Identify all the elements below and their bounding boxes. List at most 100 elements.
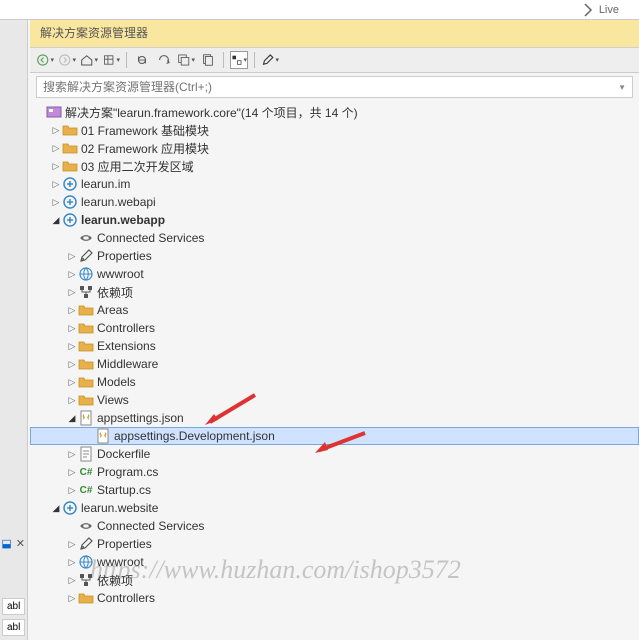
connected-icon bbox=[78, 519, 94, 534]
tree-item[interactable]: ▷ Areas bbox=[30, 301, 639, 319]
tree-item-label: Models bbox=[97, 375, 136, 389]
close-icon[interactable]: ✕ bbox=[16, 537, 25, 550]
properties-button[interactable] bbox=[261, 51, 279, 69]
panel-title: 解决方案资源管理器 bbox=[40, 26, 148, 40]
expand-icon[interactable]: ▷ bbox=[66, 448, 78, 460]
folder-icon bbox=[78, 321, 94, 336]
folder-icon bbox=[62, 159, 78, 174]
expand-icon[interactable] bbox=[83, 430, 95, 442]
tree-item[interactable]: ▷ Extensions bbox=[30, 337, 639, 355]
expand-icon[interactable]: ▷ bbox=[66, 574, 78, 586]
tree-item-label: Extensions bbox=[97, 339, 156, 353]
live-share-icon[interactable] bbox=[579, 2, 595, 18]
folder-icon bbox=[78, 393, 94, 408]
solution-node[interactable]: 解决方案"learun.framework.core"(14 个项目，共 14 … bbox=[30, 103, 639, 121]
folder-icon bbox=[78, 591, 94, 606]
tree-item-label: Connected Services bbox=[97, 231, 204, 245]
tree-item-label: learun.webapp bbox=[81, 213, 165, 227]
refresh-button[interactable] bbox=[155, 51, 173, 69]
tree-item[interactable]: appsettings.Development.json bbox=[30, 427, 639, 445]
tree-item[interactable]: ▷ Models bbox=[30, 373, 639, 391]
tree-item-label: wwwroot bbox=[97, 267, 144, 281]
collapse-icon[interactable]: ◢ bbox=[50, 502, 62, 514]
scope-button[interactable] bbox=[102, 51, 120, 69]
collapse-icon[interactable]: ◢ bbox=[66, 412, 78, 424]
expand-icon[interactable]: ▷ bbox=[66, 466, 78, 478]
collapse-icon[interactable]: ◢ bbox=[50, 214, 62, 226]
expand-icon[interactable]: ▷ bbox=[50, 142, 62, 154]
tree-item-label: 依赖项 bbox=[97, 572, 133, 589]
tree-item[interactable]: ▷learun.webapi bbox=[30, 193, 639, 211]
search-input[interactable] bbox=[43, 80, 618, 94]
expand-icon[interactable]: ▷ bbox=[50, 160, 62, 172]
tree-item[interactable]: ▷C#Startup.cs bbox=[30, 481, 639, 499]
collapse-all-button[interactable] bbox=[177, 51, 195, 69]
expand-icon[interactable] bbox=[66, 520, 78, 532]
home-button[interactable] bbox=[80, 51, 98, 69]
expand-icon[interactable]: ▷ bbox=[66, 538, 78, 550]
tree-item-label: appsettings.json bbox=[97, 411, 184, 425]
tree-item[interactable]: ◢ learun.webapp bbox=[30, 211, 639, 229]
tree-item-label: Properties bbox=[97, 537, 152, 551]
expand-icon[interactable]: ▷ bbox=[66, 250, 78, 262]
forward-button[interactable] bbox=[58, 51, 76, 69]
expand-icon[interactable]: ▷ bbox=[66, 304, 78, 316]
expand-icon[interactable]: ▷ bbox=[66, 286, 78, 298]
expand-icon[interactable] bbox=[34, 106, 46, 118]
show-all-files-button[interactable] bbox=[199, 51, 217, 69]
tree-item[interactable]: ▷Controllers bbox=[30, 589, 639, 607]
tree-item-label: Views bbox=[97, 393, 129, 407]
tree-item[interactable]: Connected Services bbox=[30, 229, 639, 247]
expand-icon[interactable]: ▷ bbox=[66, 484, 78, 496]
tree-item[interactable]: ▷02 Framework 应用模块 bbox=[30, 139, 639, 157]
vertical-tab-2[interactable]: abl bbox=[2, 619, 25, 636]
tree-item[interactable]: ▷ 01 Framework 基础模块 bbox=[30, 121, 639, 139]
tree-item[interactable]: ◢ learun.website bbox=[30, 499, 639, 517]
tree-item[interactable]: ▷wwwroot bbox=[30, 553, 639, 571]
window-top-strip: Live bbox=[0, 0, 639, 20]
tree-item-label: learun.website bbox=[81, 501, 158, 515]
search-dropdown-icon[interactable]: ▼ bbox=[618, 83, 626, 92]
tree-item[interactable]: Connected Services bbox=[30, 517, 639, 535]
expand-icon[interactable]: ▷ bbox=[66, 340, 78, 352]
expand-icon[interactable]: ▷ bbox=[66, 376, 78, 388]
expand-icon[interactable]: ▷ bbox=[50, 178, 62, 190]
search-box[interactable]: ▼ bbox=[36, 76, 633, 98]
tree-item[interactable]: ▷ Properties bbox=[30, 247, 639, 265]
tree-item[interactable]: ▷ Views bbox=[30, 391, 639, 409]
expand-icon[interactable]: ▷ bbox=[66, 394, 78, 406]
tree-item[interactable]: ▷learun.im bbox=[30, 175, 639, 193]
live-share-label[interactable]: Live bbox=[599, 4, 619, 16]
expand-icon[interactable]: ▷ bbox=[66, 322, 78, 334]
tree-item[interactable]: ▷ 03 应用二次开发区域 bbox=[30, 157, 639, 175]
tree-item-label: Areas bbox=[97, 303, 128, 317]
folder-icon bbox=[62, 123, 78, 138]
tree-item[interactable]: ◢ appsettings.json bbox=[30, 409, 639, 427]
expand-icon[interactable]: ▷ bbox=[66, 358, 78, 370]
tree-item[interactable]: ▷Middleware bbox=[30, 355, 639, 373]
pin-icon[interactable]: ⬓ bbox=[1, 537, 11, 550]
connected-icon bbox=[78, 231, 94, 246]
tree-item[interactable]: ▷Dockerfile bbox=[30, 445, 639, 463]
expand-icon[interactable]: ▷ bbox=[66, 268, 78, 280]
tree-item[interactable]: ▷Controllers bbox=[30, 319, 639, 337]
tree-item[interactable]: ▷ 依赖项 bbox=[30, 571, 639, 589]
view-button[interactable] bbox=[230, 51, 248, 69]
expand-icon[interactable]: ▷ bbox=[66, 556, 78, 568]
json-icon bbox=[95, 429, 111, 444]
tree-item[interactable]: ▷依赖项 bbox=[30, 283, 639, 301]
tree-item-label: 03 应用二次开发区域 bbox=[81, 158, 194, 175]
tree-item[interactable]: ▷C#Program.cs bbox=[30, 463, 639, 481]
expand-icon[interactable]: ▷ bbox=[50, 124, 62, 136]
sync-button[interactable] bbox=[133, 51, 151, 69]
tree-item-label: 01 Framework 基础模块 bbox=[81, 122, 209, 139]
expand-icon[interactable]: ▷ bbox=[50, 196, 62, 208]
expand-icon[interactable]: ▷ bbox=[66, 592, 78, 604]
tree-item[interactable]: ▷ wwwroot bbox=[30, 265, 639, 283]
back-button[interactable] bbox=[36, 51, 54, 69]
expand-icon[interactable] bbox=[66, 232, 78, 244]
json-icon bbox=[78, 411, 94, 426]
vertical-tab-1[interactable]: abl bbox=[2, 598, 25, 615]
tree-item-label: Properties bbox=[97, 249, 152, 263]
tree-item[interactable]: ▷ Properties bbox=[30, 535, 639, 553]
